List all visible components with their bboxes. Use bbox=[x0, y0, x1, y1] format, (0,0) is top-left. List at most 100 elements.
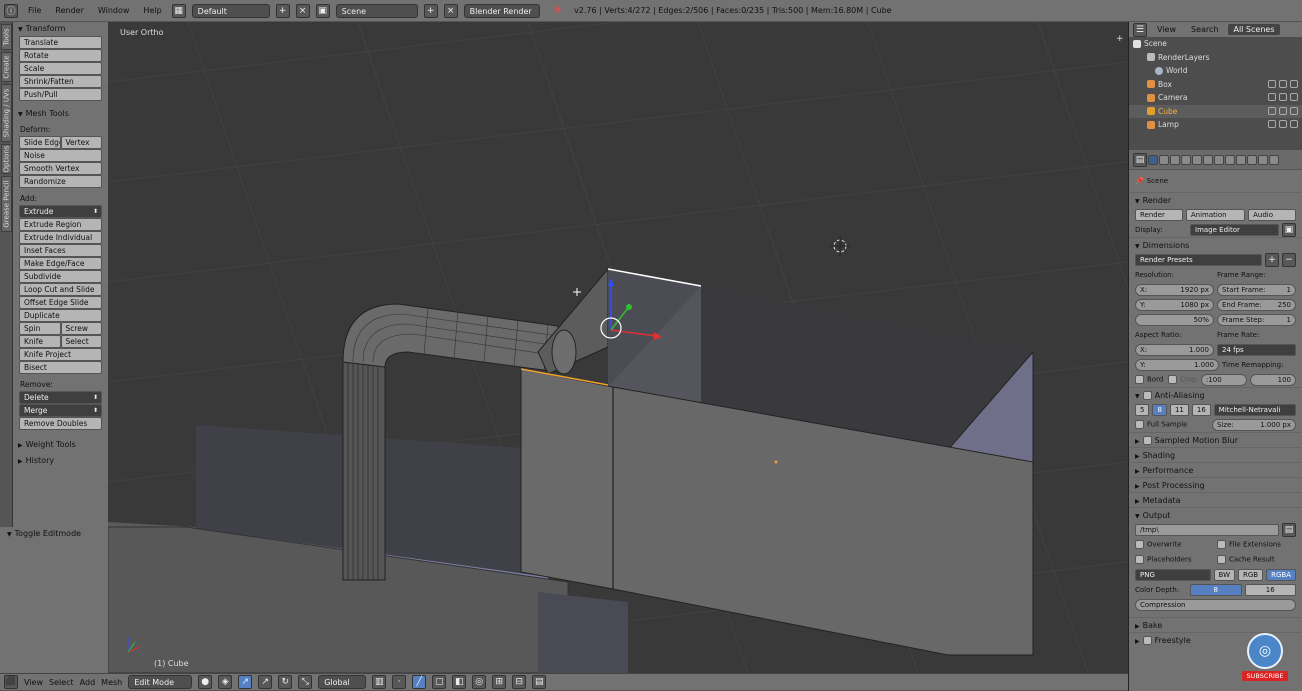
metadata-panel-header[interactable]: ▶ Metadata bbox=[1129, 492, 1302, 507]
face-select-icon[interactable]: ▢ bbox=[432, 675, 447, 689]
outliner-item-camera[interactable]: Camera bbox=[1129, 91, 1302, 105]
screen-layout-icon[interactable]: ▦ bbox=[171, 3, 186, 18]
make-edge-face-button[interactable]: Make Edge/Face bbox=[19, 257, 102, 270]
border-checkbox[interactable]: Bord bbox=[1135, 375, 1165, 384]
screw-button[interactable]: Screw bbox=[60, 322, 102, 335]
layers-icon[interactable]: ▥ bbox=[372, 675, 387, 689]
render-camera-icon[interactable] bbox=[1290, 120, 1298, 128]
panel-mesh-tools-header[interactable]: ▼ Mesh Tools bbox=[13, 107, 108, 121]
mode-select[interactable]: Edit Mode bbox=[128, 675, 193, 689]
merge-menu-button[interactable]: Merge ⬍ bbox=[19, 404, 102, 417]
outliner-view-menu[interactable]: View bbox=[1152, 24, 1181, 35]
bisect-button[interactable]: Bisect bbox=[19, 361, 102, 374]
edge-select-icon[interactable]: ╱ bbox=[412, 675, 427, 689]
render-camera-icon[interactable] bbox=[1290, 106, 1298, 115]
delete-menu-button[interactable]: Delete ⬍ bbox=[19, 391, 102, 404]
translate-manipulator-icon[interactable]: ↗ bbox=[258, 675, 273, 689]
shading-solid-icon[interactable]: ● bbox=[198, 675, 213, 689]
slide-edge-button[interactable]: Slide Edge bbox=[19, 136, 61, 149]
file-browse-icon[interactable]: ▤ bbox=[1282, 522, 1296, 537]
placeholders-checkbox[interactable]: Placeholders bbox=[1135, 555, 1214, 564]
aspect-y-field[interactable]: Y: 1.000 bbox=[1135, 358, 1219, 371]
file-extensions-checkbox[interactable]: File Extensions bbox=[1217, 540, 1296, 549]
outliner-item-cube[interactable]: Cube bbox=[1129, 104, 1302, 118]
menu-add[interactable]: Add bbox=[80, 678, 96, 687]
subscribe-badge[interactable]: ◎ SUBSCRIBE bbox=[1242, 633, 1288, 681]
render-context-icon[interactable] bbox=[1148, 154, 1158, 165]
data-context-icon[interactable] bbox=[1225, 154, 1235, 165]
editor-type-icon[interactable]: ⬛ bbox=[4, 675, 18, 689]
aa-filter-select[interactable]: Mitchell-Netravali bbox=[1213, 403, 1296, 416]
render-audio-button[interactable]: Audio bbox=[1248, 208, 1296, 221]
aspect-x-field[interactable]: X: 1.000 bbox=[1135, 343, 1214, 356]
extrude-individual-button[interactable]: Extrude Individual bbox=[19, 231, 102, 244]
rotate-manipulator-icon[interactable]: ↻ bbox=[278, 675, 293, 689]
add-scene-icon[interactable]: + bbox=[423, 3, 438, 18]
scene-context-icon[interactable] bbox=[1170, 154, 1180, 165]
outliner-editor-icon[interactable]: ☰ bbox=[1133, 22, 1147, 37]
shrink-fatten-button[interactable]: Shrink/Fatten bbox=[19, 75, 102, 88]
output-panel-header[interactable]: ▼ Output bbox=[1129, 507, 1302, 522]
outliner-display-mode[interactable]: All Scenes bbox=[1228, 24, 1280, 35]
display-select[interactable]: Image Editor bbox=[1190, 223, 1279, 236]
outliner-item-lamp[interactable]: Lamp bbox=[1129, 118, 1302, 132]
dimensions-panel-header[interactable]: ▼ Dimensions bbox=[1129, 237, 1302, 252]
aa-samples-5[interactable]: 5 bbox=[1135, 403, 1150, 416]
add-layout-icon[interactable]: + bbox=[275, 3, 290, 18]
transform-orientation-select[interactable]: Global bbox=[318, 675, 367, 689]
color-bw-button[interactable]: BW bbox=[1213, 568, 1236, 581]
scale-button[interactable]: Scale bbox=[19, 62, 102, 75]
vertex-select-icon[interactable]: · bbox=[392, 675, 407, 689]
scale-manipulator-icon[interactable]: ⤡ bbox=[298, 675, 313, 689]
menu-help[interactable]: Help bbox=[139, 6, 165, 15]
aa-size-field[interactable]: Size: 1.000 px bbox=[1212, 418, 1296, 431]
extrude-region-button[interactable]: Extrude Region bbox=[19, 218, 102, 231]
visibility-eye-icon[interactable] bbox=[1268, 79, 1276, 88]
offset-edge-slide-button[interactable]: Offset Edge Slide bbox=[19, 296, 102, 309]
manipulator-toggle-icon[interactable]: ↗ bbox=[238, 675, 253, 689]
render-button[interactable]: Render bbox=[1135, 208, 1183, 221]
menu-file[interactable]: File bbox=[24, 6, 45, 15]
remove-doubles-button[interactable]: Remove Doubles bbox=[19, 417, 102, 430]
push-pull-button[interactable]: Push/Pull bbox=[19, 88, 102, 101]
time-remap-old-field[interactable]: :100 bbox=[1201, 373, 1247, 386]
inset-faces-button[interactable]: Inset Faces bbox=[19, 244, 102, 257]
spin-button[interactable]: Spin bbox=[19, 322, 61, 335]
outliner-item-renderlayers[interactable]: RenderLayers bbox=[1129, 51, 1302, 65]
visibility-eye-icon[interactable] bbox=[1268, 120, 1276, 128]
visibility-eye-icon[interactable] bbox=[1268, 106, 1276, 115]
select-arrow-icon[interactable] bbox=[1279, 79, 1287, 88]
modifiers-context-icon[interactable] bbox=[1214, 154, 1224, 165]
particles-context-icon[interactable] bbox=[1258, 154, 1268, 165]
bake-panel-header[interactable]: ▶ Bake bbox=[1129, 617, 1302, 632]
file-format-select[interactable]: PNG bbox=[1135, 568, 1211, 581]
noise-button[interactable]: Noise bbox=[19, 149, 102, 162]
outliner-search-menu[interactable]: Search bbox=[1186, 24, 1223, 35]
menu-select[interactable]: Select bbox=[49, 678, 74, 687]
resolution-x-field[interactable]: X: 1920 px bbox=[1135, 283, 1214, 296]
tab-options[interactable]: Options bbox=[1, 144, 12, 174]
render-camera-icon[interactable] bbox=[1290, 93, 1298, 101]
render-panel-header[interactable]: ▼ Render bbox=[1129, 192, 1302, 207]
menu-mesh[interactable]: Mesh bbox=[101, 678, 122, 687]
render-preview-icon[interactable]: ▤ bbox=[532, 675, 547, 689]
constraints-context-icon[interactable] bbox=[1203, 154, 1213, 165]
performance-panel-header[interactable]: ▶ Performance bbox=[1129, 462, 1302, 477]
limit-selection-icon[interactable]: ◧ bbox=[452, 675, 467, 689]
snap-icon[interactable]: ⊞ bbox=[492, 675, 507, 689]
crop-checkbox[interactable]: Crop bbox=[1168, 375, 1198, 384]
scene-field[interactable]: Scene bbox=[335, 3, 418, 18]
select-arrow-icon[interactable] bbox=[1279, 93, 1287, 101]
extrude-menu-button[interactable]: Extrude ⬍ bbox=[19, 205, 102, 218]
panel-history-header[interactable]: ▶ History bbox=[13, 454, 108, 468]
toggle-editmode-header[interactable]: ▼ Toggle Editmode bbox=[0, 527, 108, 541]
rotate-button[interactable]: Rotate bbox=[19, 49, 102, 62]
aa-samples-11[interactable]: 11 bbox=[1169, 403, 1189, 416]
end-frame-field[interactable]: End Frame: 250 bbox=[1217, 298, 1296, 311]
duplicate-button[interactable]: Duplicate bbox=[19, 309, 102, 322]
overwrite-checkbox[interactable]: Overwrite bbox=[1135, 540, 1214, 549]
panel-weight-tools-header[interactable]: ▶ Weight Tools bbox=[13, 438, 108, 452]
select-arrow-icon[interactable] bbox=[1279, 106, 1287, 115]
slide-vertex-button[interactable]: Vertex bbox=[60, 136, 102, 149]
3d-viewport[interactable]: User Ortho (1) Cube + bbox=[108, 22, 1128, 673]
